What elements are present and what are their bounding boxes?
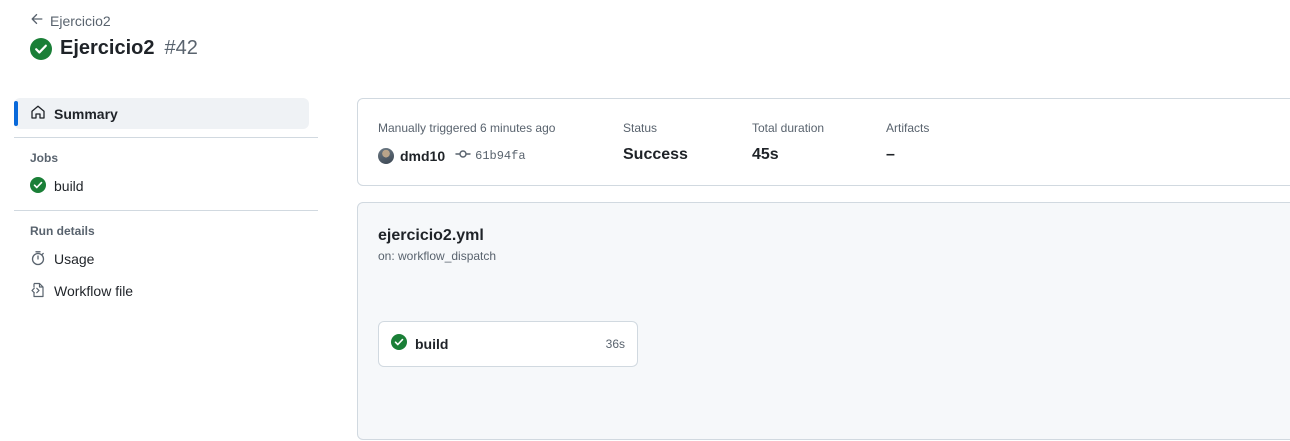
artifacts-value: –: [886, 146, 895, 163]
sidebar-item-label: Usage: [54, 251, 95, 267]
job-node-build[interactable]: build 36s: [378, 321, 638, 367]
back-link-label: Ejercicio2: [50, 12, 111, 29]
status-column: Status Success: [623, 121, 688, 164]
run-summary-card: Manually triggered 6 minutes ago dmd10 6…: [357, 98, 1290, 186]
sidebar-item-label: Summary: [54, 105, 118, 122]
artifacts-column: Artifacts –: [886, 121, 929, 164]
back-link[interactable]: Ejercicio2: [30, 12, 111, 29]
workflow-graph: ejercicio2.yml on: workflow_dispatch bui…: [357, 202, 1290, 440]
job-duration: 36s: [605, 337, 625, 351]
run-number: #42: [164, 37, 198, 59]
stopwatch-icon: [30, 250, 46, 269]
git-commit-icon: [455, 146, 471, 166]
status-value: Success: [623, 146, 688, 163]
workflow-trigger: on: workflow_dispatch: [378, 249, 497, 263]
sidebar: Summary Jobs build Run details Usage Wor…: [14, 98, 318, 307]
page-title: Ejercicio2 #42: [30, 37, 198, 60]
trigger-details: dmd10 61b94fa: [378, 146, 555, 166]
sidebar-item-summary[interactable]: Summary: [14, 98, 309, 129]
check-circle-fill-icon: [391, 333, 407, 355]
sidebar-divider: [14, 210, 318, 211]
trigger-text: Manually triggered 6 minutes ago: [378, 121, 556, 135]
sidebar-item-workflow-file[interactable]: Workflow file: [14, 275, 318, 307]
workflow-file-name: ejercicio2.yml: [378, 227, 484, 244]
trigger-column: Manually triggered 6 minutes ago dmd10 6…: [378, 121, 555, 166]
status-label: Status: [623, 121, 658, 135]
check-circle-fill-icon: [30, 176, 46, 196]
sidebar-item-usage[interactable]: Usage: [14, 243, 318, 275]
commit-sha: 61b94fa: [475, 149, 526, 163]
workflow-run-title: Ejercicio2: [60, 37, 155, 59]
sidebar-item-label: Workflow file: [54, 283, 134, 299]
job-name: build: [415, 336, 449, 352]
duration-column: Total duration 45s: [752, 121, 824, 164]
commit-link[interactable]: 61b94fa: [455, 146, 526, 166]
duration-value: 45s: [752, 146, 779, 163]
artifacts-label: Artifacts: [886, 121, 930, 135]
actor-link[interactable]: dmd10: [400, 148, 445, 164]
jobs-section-title: Jobs: [30, 151, 59, 165]
file-code-icon: [30, 282, 46, 301]
duration-label: Total duration: [752, 121, 825, 135]
home-icon: [30, 104, 46, 123]
run-details-section-title: Run details: [30, 224, 95, 238]
check-circle-fill-icon: [30, 37, 52, 60]
arrow-left-icon: [30, 12, 44, 29]
sidebar-divider: [14, 137, 318, 138]
sidebar-item-label: build: [54, 178, 84, 194]
sidebar-item-build[interactable]: build: [14, 170, 318, 202]
avatar[interactable]: [378, 148, 394, 164]
